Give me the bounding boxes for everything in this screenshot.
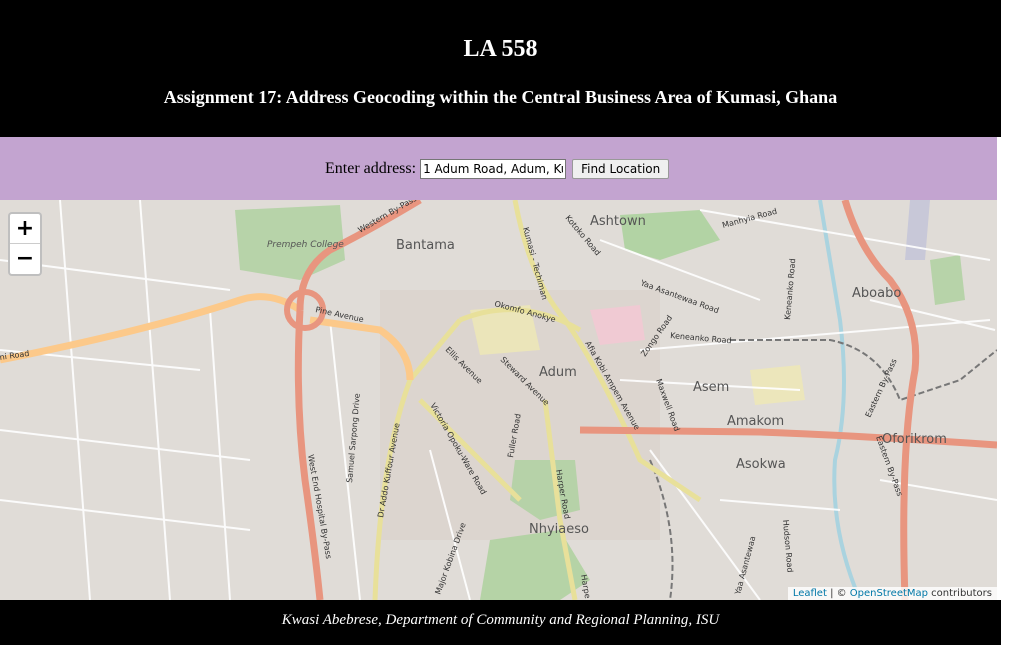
map-attribution: Leaflet | © OpenStreetMap contributors xyxy=(787,587,997,600)
page-footer: Kwasi Abebrese, Department of Community … xyxy=(0,600,1001,645)
map-tiles[interactable]: Bantama Ashtown Adum Asem Amakom Asokwa … xyxy=(0,200,997,600)
attribution-separator: | © xyxy=(826,588,850,599)
address-input[interactable] xyxy=(420,159,567,179)
place-label: Aboabo xyxy=(852,286,901,301)
place-label: Bantama xyxy=(396,238,455,253)
zoom-control: + − xyxy=(8,212,42,276)
place-label: Prempeh College xyxy=(267,240,344,250)
page-title: LA 558 xyxy=(463,36,538,62)
address-label: Enter address: xyxy=(325,160,417,177)
address-form: Enter address: Find Location xyxy=(325,159,670,179)
footer-credit: Kwasi Abebrese, Department of Community … xyxy=(281,612,720,628)
zoom-out-button[interactable]: − xyxy=(10,244,40,274)
place-label: Adum xyxy=(539,365,577,380)
find-location-button[interactable]: Find Location xyxy=(572,159,670,179)
place-label: Ashtown xyxy=(590,214,646,229)
attribution-suffix: contributors xyxy=(928,588,992,599)
leaflet-link[interactable]: Leaflet xyxy=(793,588,827,599)
page-margin xyxy=(1001,0,1009,645)
address-bar: Enter address: Find Location xyxy=(0,137,997,200)
place-label: Nhyiaeso xyxy=(529,522,589,537)
place-label: Oforikrom xyxy=(882,432,947,447)
place-label: Asokwa xyxy=(736,457,786,472)
zoom-in-button[interactable]: + xyxy=(10,214,40,244)
map-view[interactable]: Bantama Ashtown Adum Asem Amakom Asokwa … xyxy=(0,200,997,600)
campus-area xyxy=(750,365,805,405)
page-subtitle: Assignment 17: Address Geocoding within … xyxy=(163,87,838,107)
place-label: Amakom xyxy=(727,414,784,429)
place-label: Asem xyxy=(693,380,729,395)
page-header: LA 558 Assignment 17: Address Geocoding … xyxy=(0,0,1001,137)
park-area xyxy=(930,255,965,305)
openstreetmap-link[interactable]: OpenStreetMap xyxy=(850,588,928,599)
